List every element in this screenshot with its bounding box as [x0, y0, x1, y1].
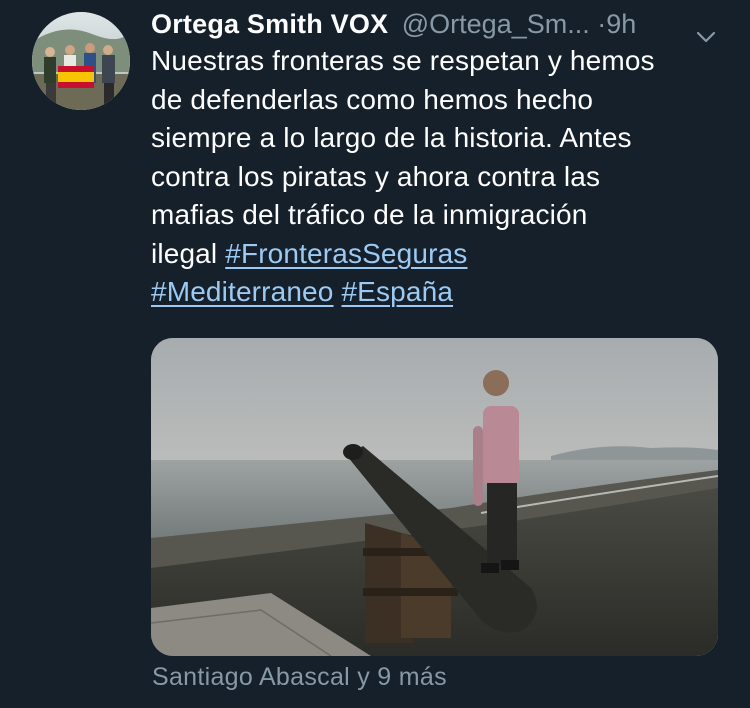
tweet-text-line: contra los piratas y ahora contra las — [151, 160, 601, 192]
engagement-summary[interactable]: Santiago Abascal y 9 más — [152, 663, 447, 692]
hashtag-link[interactable]: #Mediterraneo — [151, 276, 334, 307]
chevron-down-icon[interactable] — [693, 14, 719, 43]
hashtag-link[interactable]: #España — [341, 276, 453, 307]
tweet-text-line: ilegal #FronterasSeguras — [151, 235, 731, 274]
tweet-header: Ortega Smith VOX @Ortega_Sm... ·9h — [151, 0, 731, 48]
author-name[interactable]: Ortega Smith VOX — [151, 9, 388, 39]
author-handle[interactable]: @Ortega_Sm... — [402, 9, 590, 39]
tweet: Ortega Smith VOX @Ortega_Sm... ·9h Nuest… — [151, 0, 731, 312]
tweet-text-fragment: ilegal — [151, 237, 226, 269]
tweet-media-photo[interactable] — [151, 338, 718, 656]
tweet-time[interactable]: 9h — [606, 9, 636, 39]
tweet-text-line: mafias del tráfico de la inmigración — [151, 199, 588, 230]
separator-dot: · — [597, 9, 607, 39]
tweet-text-line: de defenderlas como hemos hecho — [151, 83, 594, 115]
avatar[interactable] — [32, 12, 130, 110]
tweet-text: Nuestras fronteras se respetan y hemos d… — [151, 42, 731, 312]
tweet-text-line: #Mediterraneo #España — [151, 273, 731, 312]
hashtag-link[interactable]: #FronterasSeguras — [225, 238, 467, 269]
tweet-text-line: siempre a lo largo de la historia. Antes — [151, 122, 632, 153]
